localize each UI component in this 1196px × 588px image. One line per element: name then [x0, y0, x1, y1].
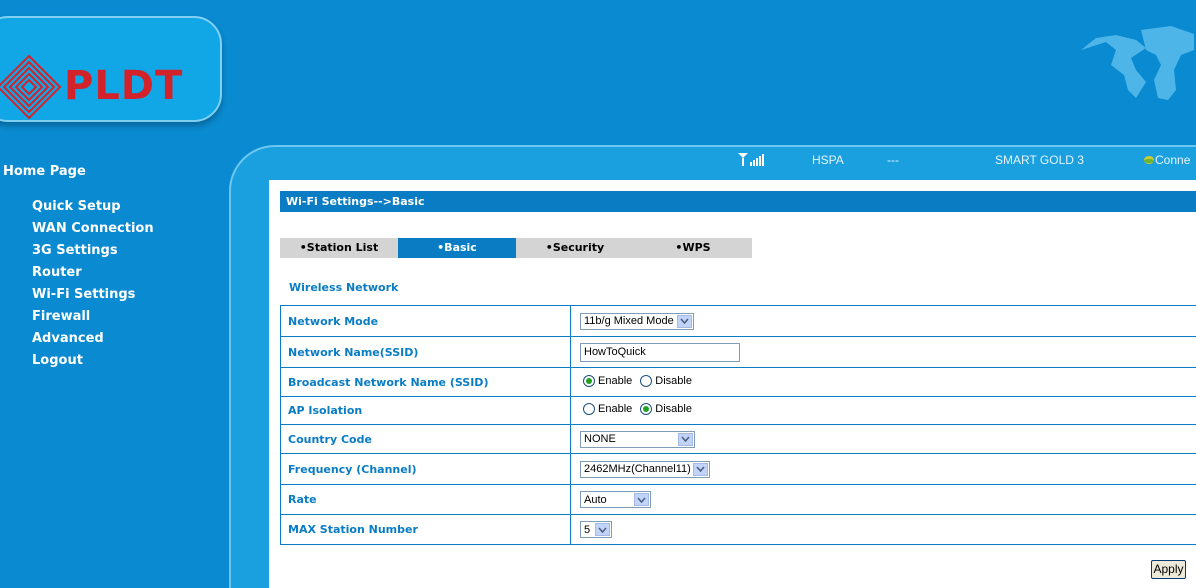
chevron-down-icon: [678, 432, 693, 446]
max-station-value: 5: [584, 523, 591, 536]
wireless-settings-table: Network Mode 11b/g Mixed Mode Network Na…: [280, 305, 1196, 545]
max-station-select[interactable]: 5: [580, 521, 612, 538]
table-row: Broadcast Network Name (SSID) Enable Dis…: [280, 367, 1196, 397]
rate-label: Rate: [280, 484, 571, 515]
ap-isolation-label: AP Isolation: [280, 396, 571, 425]
table-row: Country Code NONE: [280, 424, 1196, 454]
table-row: AP Isolation Enable Disable: [280, 396, 1196, 425]
table-row: Frequency (Channel) 2462MHz(Channel11): [280, 453, 1196, 485]
chevron-down-icon: [595, 523, 610, 536]
page-breadcrumb: Wi-Fi Settings-->Basic: [280, 191, 1196, 212]
max-station-label: MAX Station Number: [280, 514, 571, 545]
nav-item-firewall[interactable]: Firewall: [32, 308, 154, 330]
logo-panel: PLDT: [0, 16, 222, 122]
brand-name: PLDT: [64, 63, 184, 109]
nav-item-wan-connection[interactable]: WAN Connection: [32, 220, 154, 242]
rate-select[interactable]: Auto: [580, 491, 651, 508]
ssid-label: Network Name(SSID): [280, 336, 571, 368]
chevron-down-icon: [677, 314, 692, 328]
rate-value: Auto: [584, 493, 607, 506]
connection-label: Conne: [1155, 153, 1191, 167]
section-title: Wireless Network: [289, 281, 399, 294]
network-mode-label: Network Mode: [280, 305, 571, 337]
tab-security[interactable]: •Security: [516, 238, 634, 258]
pldt-logo-icon: [0, 54, 62, 120]
connection-globe-icon: [1144, 156, 1154, 164]
table-row: Network Mode 11b/g Mixed Mode: [280, 305, 1196, 337]
nav-item-router[interactable]: Router: [32, 264, 154, 286]
ap-isolation-disable-radio[interactable]: [640, 403, 653, 415]
table-row: Network Name(SSID) HowToQuick: [280, 336, 1196, 368]
network-type: HSPA: [812, 153, 844, 167]
nav-menu: Quick Setup WAN Connection 3G Settings R…: [32, 198, 154, 374]
world-map-icon: [1081, 26, 1194, 100]
network-mode-value: 11b/g Mixed Mode: [584, 315, 674, 327]
tab-wps[interactable]: •WPS: [634, 238, 752, 258]
connection-status: Conne: [1143, 153, 1190, 167]
chevron-down-icon: [634, 493, 649, 506]
frequency-label: Frequency (Channel): [280, 453, 571, 485]
ap-isolation-disable-label: Disable: [655, 403, 692, 415]
country-code-select[interactable]: NONE: [580, 430, 695, 448]
table-row: Rate Auto: [280, 484, 1196, 515]
broadcast-enable-label: Enable: [598, 374, 633, 387]
broadcast-disable-label: Disable: [655, 374, 692, 387]
signal-icon: [737, 152, 767, 169]
country-code-value: NONE: [584, 433, 616, 445]
table-row: MAX Station Number 5: [280, 514, 1196, 545]
broadcast-disable-radio[interactable]: [640, 374, 653, 387]
country-code-label: Country Code: [280, 424, 571, 454]
chevron-down-icon: [693, 462, 708, 476]
nav-item-wifi-settings[interactable]: Wi-Fi Settings: [32, 286, 154, 308]
operator-name: SMART GOLD 3: [995, 153, 1084, 167]
frequency-value: 2462MHz(Channel11): [584, 463, 691, 475]
nav-item-advanced[interactable]: Advanced: [32, 330, 154, 352]
nav-item-quick-setup[interactable]: Quick Setup: [32, 198, 154, 220]
tab-basic[interactable]: •Basic: [398, 238, 516, 258]
tab-bar: •Station List •Basic •Security •WPS: [280, 238, 752, 258]
broadcast-enable-radio[interactable]: [583, 374, 595, 387]
status-dashes: ---: [887, 153, 899, 167]
tab-station-list[interactable]: •Station List: [280, 238, 398, 258]
status-bar: HSPA --- SMART GOLD 3 Conne: [0, 152, 1196, 170]
ap-isolation-enable-label: Enable: [598, 403, 633, 415]
ap-isolation-enable-radio[interactable]: [583, 403, 595, 415]
broadcast-ssid-label: Broadcast Network Name (SSID): [280, 367, 571, 397]
network-mode-select[interactable]: 11b/g Mixed Mode: [580, 312, 694, 330]
nav-item-3g-settings[interactable]: 3G Settings: [32, 242, 154, 264]
frequency-select[interactable]: 2462MHz(Channel11): [580, 460, 710, 478]
ssid-input[interactable]: HowToQuick: [580, 342, 740, 362]
nav-item-logout[interactable]: Logout: [32, 352, 154, 374]
apply-button[interactable]: Apply: [1151, 560, 1186, 579]
